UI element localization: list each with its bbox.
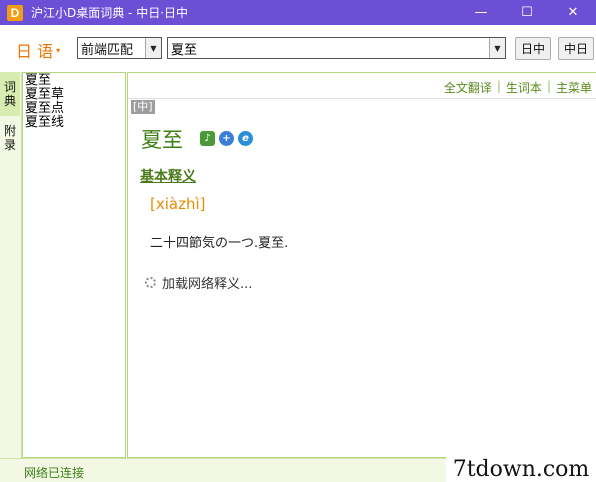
headword: 夏至 [141,128,183,152]
tab-dictionary[interactable]: 词典 [0,72,20,116]
japanese-chinese-button[interactable]: 日中 [515,37,551,60]
chevron-down-icon: ▾ [56,45,61,55]
definition-text: 二十四節気の一つ.夏至. [150,236,289,251]
browser-icon[interactable]: e [238,131,253,146]
definition-panel: 全文翻译 | 生词本 | 主菜单 [中] 夏至 ♪ + e 基本释义 [xiàz… [127,72,596,458]
title-bar: D 沪江小D桌面词典 - 中日·日中 — ☐ ✕ [0,0,596,25]
watermark: 7tdown.com [446,456,596,482]
list-item[interactable]: 夏至线 [25,116,123,130]
link-separator: | [546,79,551,93]
search-history-dropdown-icon[interactable]: ▼ [489,38,505,58]
language-badge: [中] [131,100,155,114]
language-label: 日 语 [16,42,54,61]
tab-appendix[interactable]: 附录 [0,116,20,160]
status-text: 网络已连接 [24,466,85,480]
divider [128,98,596,99]
speaker-icon[interactable]: ♪ [200,131,215,146]
minimize-button[interactable]: — [458,0,504,25]
search-box[interactable]: ▼ [167,37,506,59]
panel-links: 全文翻译 | 生词本 | 主菜单 [444,79,592,96]
window-title: 沪江小D桌面词典 - 中日·日中 [31,6,189,20]
main-menu-link[interactable]: 主菜单 [556,79,592,96]
full-translation-link[interactable]: 全文翻译 [444,79,492,96]
chinese-japanese-button[interactable]: 中日 [558,37,594,60]
language-selector[interactable]: 日 语 ▾ [16,38,60,62]
add-icon[interactable]: + [219,131,234,146]
dropdown-arrow-icon[interactable]: ▼ [145,38,161,58]
list-item[interactable]: 夏至点 [25,102,123,116]
loading-indicator: 加载网络释义... [145,273,252,292]
toolbar: 日 语 ▾ 前端匹配 ▼ ▼ 日中 中日 [0,25,596,72]
vocabulary-book-link[interactable]: 生词本 [506,79,542,96]
spinner-icon [145,277,156,288]
section-title[interactable]: 基本释义 [140,166,196,186]
list-item[interactable]: 夏至 [25,74,123,88]
link-separator: | [496,79,501,93]
side-tabs: 词典 附录 [0,72,22,458]
match-mode-value: 前端匹配 [81,42,134,58]
headword-actions: ♪ + e [200,131,253,146]
pinyin: [xiàzhì] [150,195,206,213]
loading-text: 加载网络释义... [162,277,253,292]
word-list: 夏至 夏至草 夏至点 夏至线 [22,72,126,458]
app-logo-icon: D [7,4,23,21]
maximize-button[interactable]: ☐ [504,0,550,25]
search-input[interactable] [168,39,489,57]
close-button[interactable]: ✕ [550,0,596,25]
list-item[interactable]: 夏至草 [25,88,123,102]
match-mode-select[interactable]: 前端匹配 ▼ [77,37,162,59]
